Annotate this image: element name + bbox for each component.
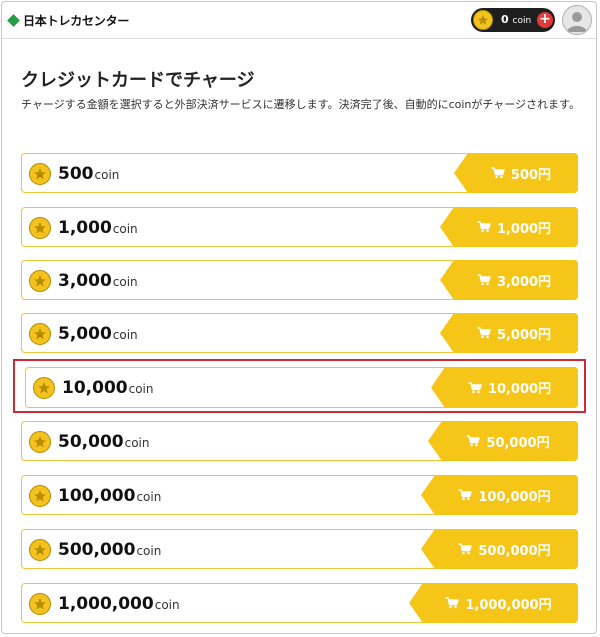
star-coin-icon (29, 485, 51, 507)
buy-price-button[interactable]: 500円 (454, 153, 578, 193)
cart-icon (466, 435, 481, 447)
star-coin-icon (29, 593, 51, 615)
package-amount-value: 500,000 (58, 540, 136, 560)
user-avatar-icon[interactable] (562, 5, 592, 35)
buy-price-button[interactable]: 3,000円 (440, 260, 578, 300)
charge-package-row[interactable]: 3,000coin 3,000円 (21, 260, 578, 300)
package-amount-value: 3,000 (58, 271, 112, 291)
star-coin-icon (29, 163, 51, 185)
price-label: 1,000,000円 (465, 597, 552, 613)
charge-package-row[interactable]: 500,000coin 500,000円 (21, 529, 578, 569)
cart-icon (477, 327, 491, 339)
charge-package-row[interactable]: 1,000coin 1,000円 (21, 207, 578, 247)
charge-package-row[interactable]: 500coin 500円 (21, 153, 578, 193)
coin-balance-unit: coin (512, 16, 532, 26)
charge-package-row[interactable]: 50,000coin 50,000円 (21, 421, 578, 461)
package-amount: 1,000,000coin (58, 594, 180, 614)
logo-text: 日本トレカセンター (23, 14, 130, 28)
package-amount-value: 100,000 (58, 486, 136, 506)
diamond-logo-icon (7, 14, 20, 27)
page-title: クレジットカードでチャージ (21, 70, 255, 91)
package-amount-unit: coin (128, 382, 154, 396)
coin-balance-value: 0 (501, 13, 509, 26)
header: 日本トレカセンター 0 coin + (2, 2, 596, 39)
price-label: 5,000円 (496, 327, 552, 343)
cart-icon (468, 381, 482, 394)
star-coin-icon (29, 217, 51, 239)
cart-icon (477, 274, 491, 286)
package-amount-value: 50,000 (58, 432, 124, 452)
package-amount-unit: coin (94, 168, 120, 182)
charge-package-row[interactable]: 10,000coin 10,000円 (25, 367, 578, 408)
page-description: チャージする金額を選択すると外部決済サービスに遷移します。決済完了後、自動的にc… (21, 98, 580, 111)
buy-price-button[interactable]: 1,000,000円 (409, 583, 578, 623)
buy-price-button[interactable]: 5,000円 (440, 313, 578, 353)
package-amount-unit: coin (124, 436, 150, 450)
price-label: 1,000円 (496, 221, 552, 237)
cart-icon (458, 543, 473, 555)
charge-package-row[interactable]: 100,000coin 100,000円 (21, 475, 578, 515)
package-amount-unit: coin (136, 544, 162, 558)
add-coin-button[interactable]: + (537, 12, 553, 28)
package-amount-unit: coin (112, 328, 138, 342)
cart-icon (477, 221, 491, 233)
charge-package-row[interactable]: 1,000,000coin 1,000,000円 (21, 583, 578, 623)
star-coin-icon (29, 539, 51, 561)
package-amount: 5,000coin (58, 324, 138, 344)
price-label: 50,000円 (486, 435, 550, 451)
star-coin-icon (473, 10, 493, 30)
price-label: 3,000円 (496, 274, 552, 290)
price-label: 10,000円 (487, 382, 552, 397)
package-amount-value: 1,000,000 (58, 594, 154, 614)
cart-icon (445, 597, 460, 609)
package-amount: 10,000coin (62, 378, 154, 398)
package-amount: 3,000coin (58, 271, 138, 291)
package-amount-value: 1,000 (58, 218, 112, 238)
package-amount: 100,000coin (58, 486, 161, 506)
site-logo[interactable]: 日本トレカセンター (7, 12, 130, 29)
star-coin-icon (29, 270, 51, 292)
package-amount-value: 10,000 (62, 378, 128, 398)
package-amount: 500,000coin (58, 540, 161, 560)
price-label: 500,000円 (478, 543, 551, 559)
buy-price-button[interactable]: 10,000円 (431, 367, 578, 408)
price-label: 500円 (510, 167, 552, 183)
coin-balance-pill[interactable]: 0 coin + (471, 8, 555, 32)
package-amount-unit: coin (112, 275, 138, 289)
cart-icon (491, 167, 505, 179)
charge-package-row[interactable]: 5,000coin 5,000円 (21, 313, 578, 353)
buy-price-button[interactable]: 100,000円 (421, 475, 578, 515)
buy-price-button[interactable]: 500,000円 (421, 529, 578, 569)
package-amount-unit: coin (112, 222, 138, 236)
package-amount-value: 500 (58, 164, 94, 184)
coin-balance: 0 coin (501, 13, 531, 26)
package-amount-value: 5,000 (58, 324, 112, 344)
star-coin-icon (29, 431, 51, 453)
buy-price-button[interactable]: 1,000円 (440, 207, 578, 247)
star-coin-icon (29, 323, 51, 345)
buy-price-button[interactable]: 50,000円 (428, 421, 578, 461)
package-amount: 50,000coin (58, 432, 150, 452)
package-amount-unit: coin (154, 598, 180, 612)
package-amount: 1,000coin (58, 218, 138, 238)
cart-icon (458, 489, 473, 501)
price-label: 100,000円 (478, 489, 551, 505)
star-coin-icon (33, 377, 55, 399)
package-amount-unit: coin (136, 490, 162, 504)
package-amount: 500coin (58, 164, 119, 184)
